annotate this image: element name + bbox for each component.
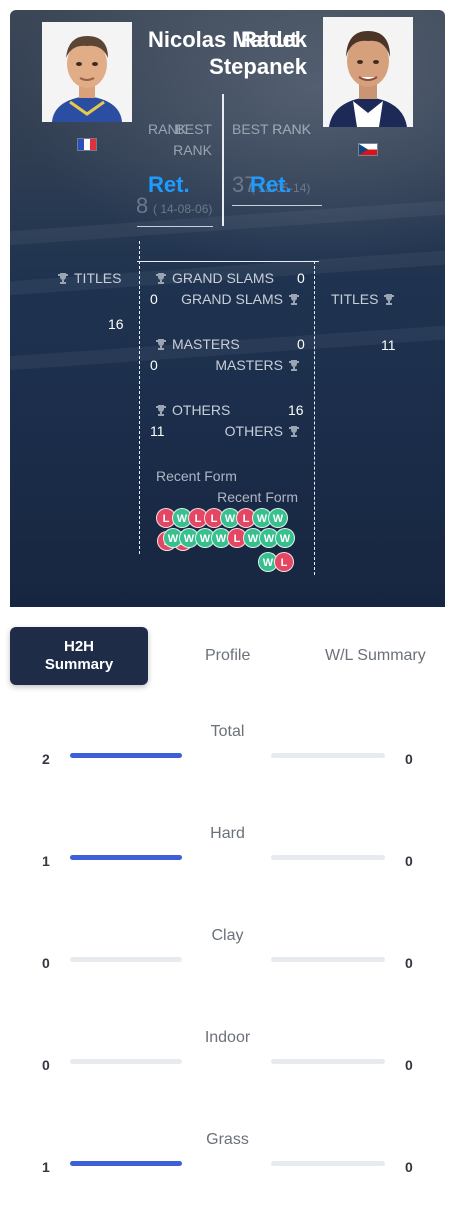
trophy-icon [289,360,299,371]
player1-surface-bar [70,753,182,758]
surface-label: Total [210,723,245,740]
player2-last-name[interactable]: Stepanek [10,54,307,80]
player1-surface-bar-fill [70,855,182,860]
player2-form-result: W [275,528,295,548]
trophy-icon [289,426,299,437]
tab-h2h-summary-label: H2H Summary [44,638,114,673]
player2-first-name[interactable]: Radek [10,27,307,53]
player2-surface-wins: 0 [405,751,413,767]
surface-label: Grass [206,1131,249,1148]
tab-profile[interactable]: Profile [205,646,250,666]
player1-surface-wins: 1 [42,853,50,869]
surface-label: Clay [211,927,244,944]
trophy-icon [156,273,166,284]
player1-surface-bar-fill [70,1161,182,1166]
rank-underline-left [137,226,213,227]
trophy-icon [289,294,299,305]
france-flag-icon [77,138,97,151]
player2-best-rank-label-1: BEST [175,121,212,137]
player1-recent-form-label: Recent Form [156,468,237,484]
player2-surface-bar [271,957,385,962]
player2-grand-slams-label: GRAND SLAMS [150,290,299,308]
player1-others-value: 16 [288,402,304,418]
player2-photo[interactable] [323,17,413,127]
stats-top-rule [137,261,319,262]
trophy-icon [156,405,166,416]
player1-others-label: OTHERS [156,401,230,419]
player1-surface-wins: 0 [42,955,50,971]
player1-surface-wins: 0 [42,1057,50,1073]
player1-titles-label: TITLES [58,269,121,287]
player2-recent-form-label: Recent Form [217,489,298,505]
surface-label: Indoor [204,1029,251,1046]
trophy-icon [384,294,395,305]
player1-masters-label: MASTERS [156,335,240,353]
player2-rank-label: RANK [272,121,311,137]
player1-surface-wins: 2 [42,751,50,767]
stats-divider-right [314,261,315,575]
player2-surface-wins: 0 [405,853,413,869]
tab-h2h-summary[interactable]: H2H Summary [10,627,148,685]
player2-masters-label: MASTERS [150,356,299,374]
player1-surface-bar [70,855,182,860]
czech-flag-icon [358,143,378,156]
player2-surface-bar [271,855,385,860]
surface-label: Hard [210,825,245,842]
trophy-icon [156,339,166,350]
stats-divider-left [139,241,140,554]
player2-surface-bar [271,1161,385,1166]
player1-grand-slams-value: 0 [297,270,305,286]
player2-form-result: L [274,552,294,572]
tab-wl-summary[interactable]: W/L Summary [325,646,426,666]
player1-form-result: W [268,508,288,528]
player2-surface-wins: 0 [405,1057,413,1073]
player2-best-rank-date: ( 14-08-06) [153,202,213,216]
player2-surface-wins: 0 [405,1159,413,1175]
player2-surface-bar [271,753,385,758]
trophy-icon [58,273,68,284]
player2-best-rank-label-2: RANK [173,142,212,158]
player2-titles-label: TITLES [331,290,395,308]
player1-masters-value: 0 [297,336,305,352]
rank-divider [222,94,224,226]
player1-surface-bar [70,1059,182,1064]
player1-surface-wins: 1 [42,1159,50,1175]
rank-underline-right [232,205,322,206]
h2h-hero-card: Nicolas Mahut Radek Stepanek RANK BEST R… [10,10,445,607]
player2-others-label: OTHERS [150,422,299,440]
player1-rank-value: Ret. [148,172,190,197]
player2-rank-value: Ret. [250,172,292,197]
player1-surface-bar [70,957,182,962]
player2-surface-bar [271,1059,385,1064]
player2-titles-value: 11 [381,337,396,353]
player1-grand-slams-label: GRAND SLAMS [156,269,274,287]
player1-surface-bar-fill [70,753,182,758]
player1-titles-value: 16 [108,316,124,332]
player2-surface-wins: 0 [405,955,413,971]
player1-surface-bar [70,1161,182,1166]
player2-best-rank-value: 8 [136,193,149,218]
